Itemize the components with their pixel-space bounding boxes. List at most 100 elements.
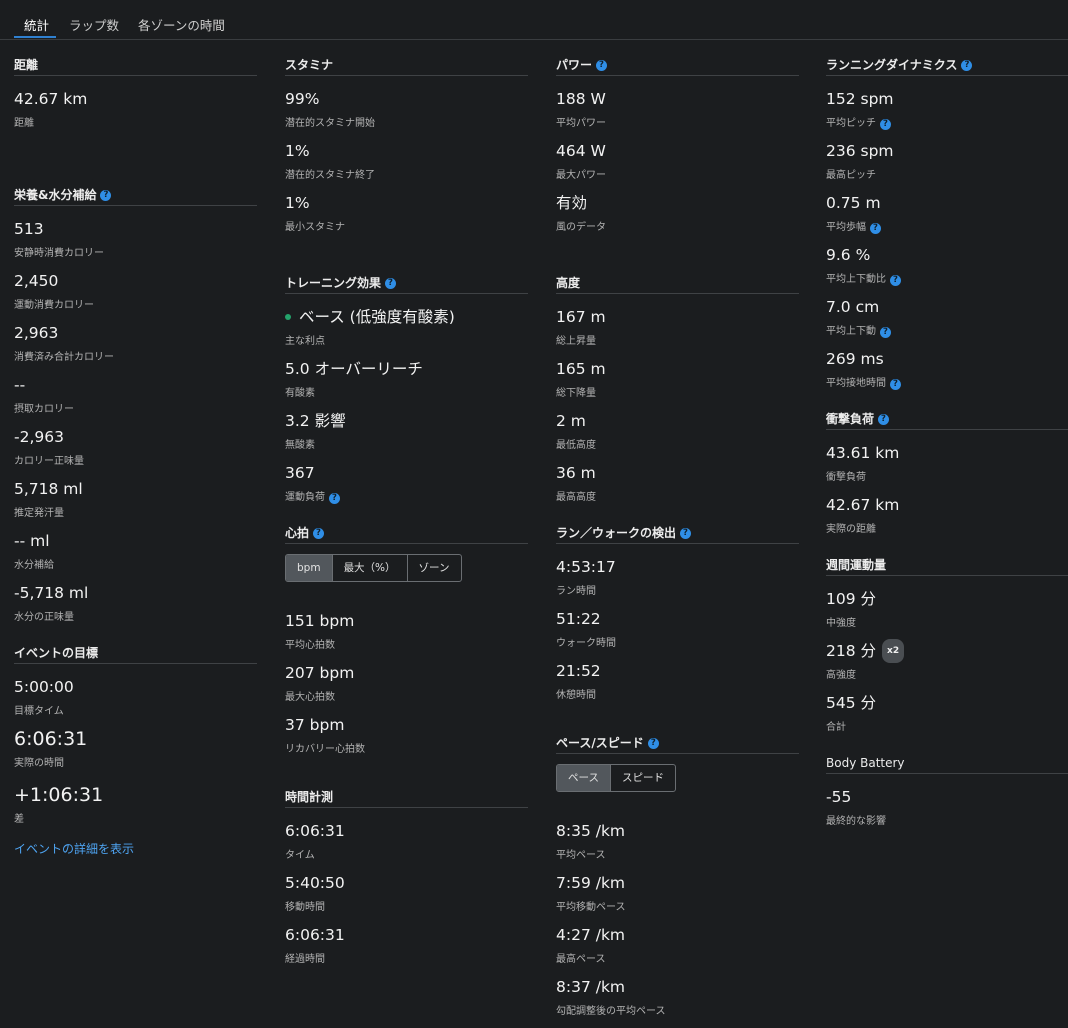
- section-impact-load: 衝撃負荷? 43.61 km 衝撃負荷 42.67 km 実際の距離: [826, 410, 1068, 546]
- stat-actual-distance: 42.67 km 実際の距離: [826, 494, 1068, 546]
- stat-value: 5.0 オーバーリーチ: [285, 360, 423, 378]
- stat-label: 最終的な影響: [826, 816, 886, 827]
- stat-wind-data: 有効 風のデータ: [556, 192, 799, 244]
- stat-recovery-hr: 37 bpm リカバリー心拍数: [285, 714, 528, 766]
- stat-avg-moving-pace: 7:59 /km 平均移動ペース: [556, 872, 799, 924]
- help-icon[interactable]: ?: [870, 222, 881, 234]
- stat-value: 152 spm: [826, 90, 894, 108]
- stat-target-time: 5:00:00 目標タイム: [14, 676, 257, 728]
- help-icon[interactable]: ?: [880, 118, 891, 130]
- column-2: スタミナ 99% 潜在的スタミナ開始 1% 潜在的スタミナ終了 1% 最小スタミナ ト…: [285, 56, 528, 976]
- section-event-goal: イベントの目標 5:00:00 目標タイム 6:06:31 実際の時間 +1:06:…: [14, 644, 257, 857]
- help-icon[interactable]: ?: [100, 189, 112, 201]
- help-icon[interactable]: ?: [596, 59, 608, 71]
- stat-value: 8:35 /km: [556, 822, 626, 840]
- stat-value: 37 bpm: [285, 716, 345, 734]
- stat-label: 最大パワー: [556, 170, 606, 181]
- help-icon[interactable]: ?: [385, 277, 397, 289]
- stat-label: 衝撃負荷: [826, 472, 866, 483]
- stat-avg-pace: 8:35 /km 平均ペース: [556, 820, 799, 872]
- stat-label: 水分補給: [14, 560, 54, 571]
- tab-laps[interactable]: ラップ数: [69, 15, 119, 34]
- stat-value: 513: [14, 220, 44, 238]
- stat-min-elevation: 2 m 最低高度: [556, 410, 799, 462]
- stat-value: 188 W: [556, 90, 606, 108]
- toggle-bpm[interactable]: bpm: [286, 555, 333, 581]
- help-icon[interactable]: ?: [880, 326, 891, 338]
- stat-stamina-min: 1% 最小スタミナ: [285, 192, 528, 244]
- multiplier-badge: x2: [882, 639, 905, 663]
- stat-value: -55: [826, 788, 852, 806]
- help-icon[interactable]: ?: [647, 737, 659, 749]
- stat-label: タイム: [285, 850, 315, 861]
- stat-avg-hr: 151 bpm 平均心拍数: [285, 610, 528, 662]
- toggle-pace[interactable]: ペース: [557, 765, 611, 791]
- toggle-zones[interactable]: ゾーン: [408, 555, 461, 581]
- help-icon[interactable]: ?: [313, 527, 325, 539]
- stat-fluid-intake: -- ml 水分補給: [14, 530, 257, 582]
- section-title: スタミナ: [285, 58, 334, 72]
- help-icon[interactable]: ?: [878, 413, 890, 425]
- stat-value: 42.67 km: [14, 90, 88, 108]
- stat-label: 推定発汗量: [14, 508, 64, 519]
- section-run-walk: ラン／ウォークの検出? 4:53:17 ラン時間 51:22 ウォーク時間 21:5…: [556, 524, 799, 712]
- stat-time: 6:06:31 タイム: [285, 820, 528, 872]
- stat-max-power: 464 W 最大パワー: [556, 140, 799, 192]
- hr-unit-toggle: bpm 最大（%） ゾーン: [285, 554, 462, 582]
- stat-value: 167 m: [556, 308, 606, 326]
- help-icon[interactable]: ?: [680, 527, 692, 539]
- stat-value: 165 m: [556, 360, 606, 378]
- section-elevation: 高度 167 m 総上昇量 165 m 総下降量 2 m 最低高度 36 m 最高高度: [556, 274, 799, 514]
- stat-label: カロリー正味量: [14, 456, 84, 467]
- toggle-max-percent[interactable]: 最大（%）: [333, 555, 408, 581]
- tab-stats[interactable]: 統計: [24, 15, 49, 34]
- help-icon[interactable]: ?: [329, 492, 340, 504]
- stat-label: 潜在的スタミナ開始: [285, 118, 375, 129]
- stat-stride-length: 0.75 m 平均歩幅?: [826, 192, 1068, 244]
- stat-active-calories: 2,450 運動消費カロリー: [14, 270, 257, 322]
- stat-sweat-loss: 5,718 ml 推定発汗量: [14, 478, 257, 530]
- tab-zones[interactable]: 各ゾーンの時間: [138, 15, 225, 34]
- section-timing: 時間計測 6:06:31 タイム 5:40:50 移動時間 6:06:31 経過時間: [285, 788, 528, 976]
- stat-value: 2 m: [556, 412, 586, 430]
- stat-label: 安静時消費カロリー: [14, 248, 104, 259]
- toggle-speed[interactable]: スピード: [611, 765, 675, 791]
- stat-label: 平均接地時間?: [826, 378, 1068, 390]
- stat-value: 5:40:50: [285, 874, 345, 892]
- stat-max-elevation: 36 m 最高高度: [556, 462, 799, 514]
- section-title: 高度: [556, 276, 581, 290]
- stat-value: 9.6 %: [826, 246, 871, 264]
- stat-ground-contact: 269 ms 平均接地時間?: [826, 348, 1068, 400]
- stat-label: 平均心拍数: [285, 640, 335, 651]
- stat-label: 平均上下動?: [826, 326, 1068, 338]
- stat-label: ウォーク時間: [556, 638, 616, 649]
- stat-label: 差: [14, 814, 24, 825]
- stat-value: 2,963: [14, 324, 59, 342]
- stat-value: 21:52: [556, 662, 601, 680]
- stat-value: 464 W: [556, 142, 606, 160]
- section-training-effect: トレーニング効果? ベース (低強度有酸素) 主な利点 5.0 オーバーリーチ 有酸…: [285, 274, 528, 514]
- stat-label: 中強度: [826, 618, 856, 629]
- stat-label: 最大心拍数: [285, 692, 335, 703]
- stat-label: 最低高度: [556, 440, 596, 451]
- help-icon[interactable]: ?: [890, 274, 901, 286]
- help-icon[interactable]: ?: [890, 378, 901, 390]
- stat-vigorous: 218 分 x2 高強度: [826, 639, 1068, 692]
- help-icon[interactable]: ?: [961, 59, 973, 71]
- stat-aerobic: 5.0 オーバーリーチ 有酸素: [285, 358, 528, 410]
- event-details-link[interactable]: イベントの詳細を表示: [14, 840, 257, 857]
- section-title: 衝撃負荷?: [826, 410, 1068, 428]
- section-pace-speed: ペース/スピード? ペース スピード 8:35 /km 平均ペース 7:59 /k…: [556, 734, 799, 1028]
- stat-grade-adjusted-pace: 8:37 /km 勾配調整後の平均ペース: [556, 976, 799, 1028]
- stat-value: 43.61 km: [826, 444, 900, 462]
- stat-value: -5,718 ml: [14, 584, 89, 602]
- stat-label: 摂取カロリー: [14, 404, 74, 415]
- stat-value: 269 ms: [826, 350, 884, 368]
- stat-value: 109 分: [826, 590, 877, 608]
- section-weekly-intensity: 週間運動量 109 分中強度 218 分 x2 高強度 545 分合計: [826, 556, 1068, 744]
- stat-value: 6:06:31: [14, 728, 88, 750]
- stat-value: +1:06:31: [14, 784, 104, 806]
- stat-label: 最小スタミナ: [285, 222, 345, 233]
- stat-value: 36 m: [556, 464, 596, 482]
- tab-active-indicator: [14, 36, 56, 38]
